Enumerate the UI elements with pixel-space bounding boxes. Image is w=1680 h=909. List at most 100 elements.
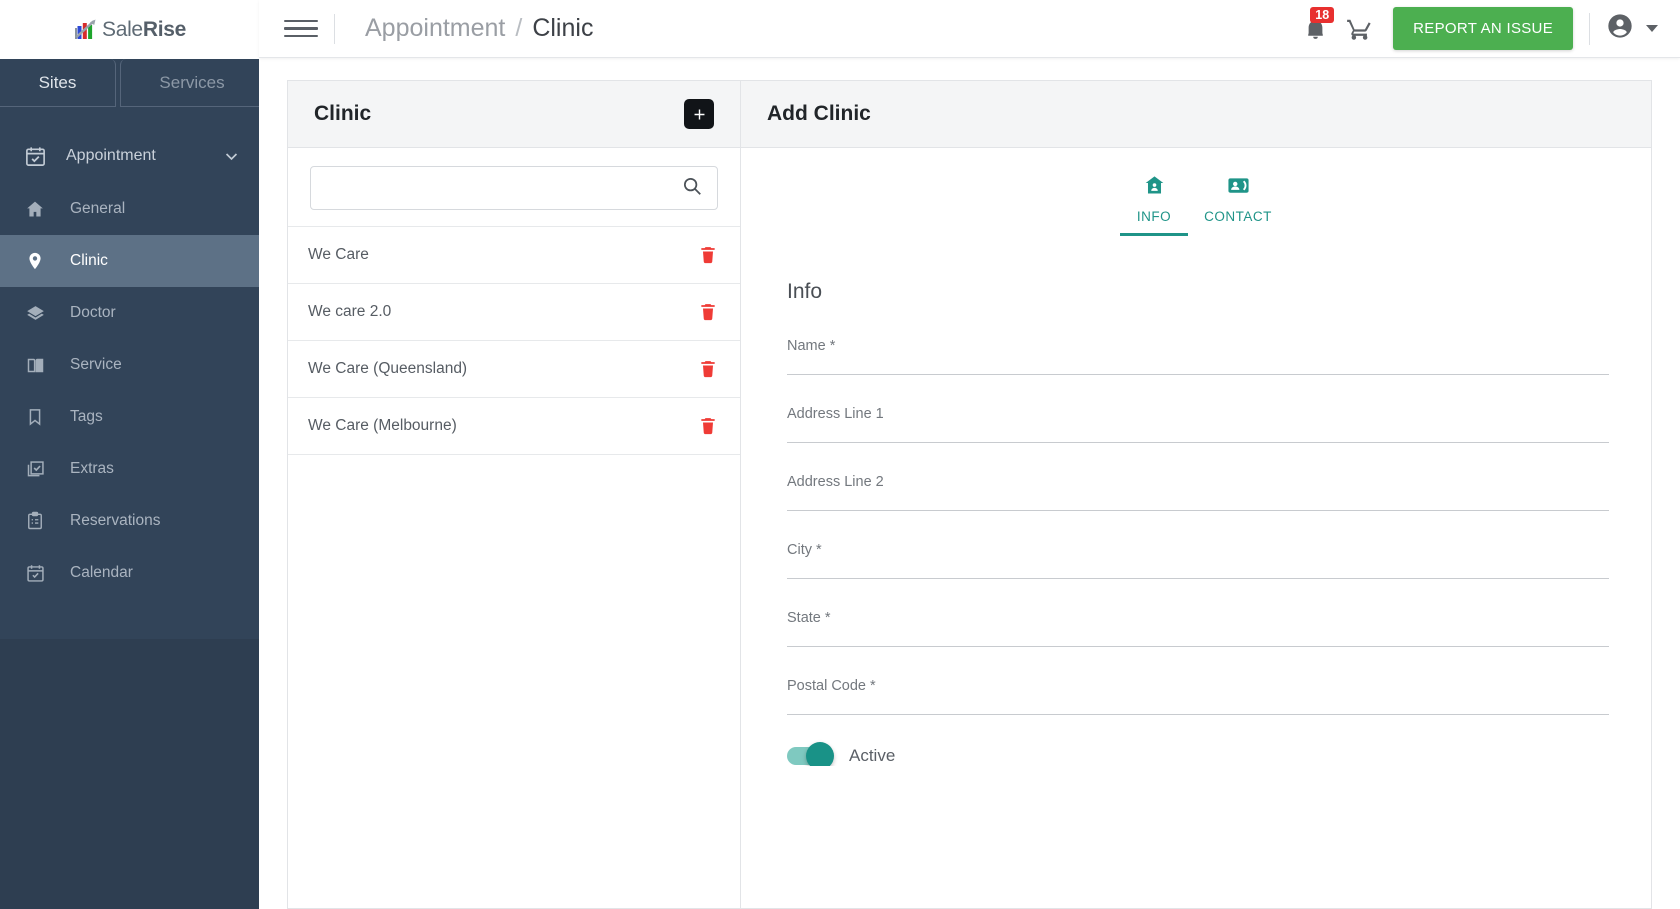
sidebar-item-service[interactable]: Service [0,339,259,391]
sidebar-item-doctor-label: Doctor [70,304,116,321]
sidebar-item-extras[interactable]: Extras [0,443,259,495]
clinic-panel-header: Clinic [288,81,740,148]
sidebar-item-tags[interactable]: Tags [0,391,259,443]
site-tab-sites[interactable]: Sites [0,59,116,107]
contact-card-icon [1227,174,1250,200]
site-tab-services-label: Services [159,72,225,92]
calendar-check-icon [18,145,52,168]
tab-contact-label: CONTACT [1204,209,1272,224]
add-clinic-button[interactable] [684,99,714,129]
active-toggle-row: Active [787,742,1609,766]
sidebar-item-tags-label: Tags [70,408,103,425]
sidebar-item-doctor[interactable]: Doctor [0,287,259,339]
book-open-icon [18,355,52,376]
field-address-line-1[interactable]: Address Line 1 [787,406,1609,443]
form-body: Info Name * Address Line 1 Address Line … [741,236,1651,766]
brand-logo[interactable]: SaleRise [0,0,259,59]
field-city-underline [787,578,1609,579]
tab-info[interactable]: INFO [1112,166,1196,236]
brand-name: SaleRise [101,17,186,41]
sidebar-item-reservations-label: Reservations [70,512,161,529]
account-menu[interactable] [1606,12,1658,45]
active-toggle-label: Active [849,746,896,765]
clinic-list-item[interactable]: We care 2.0 [288,284,740,341]
clinic-item-name: We Care [308,246,369,263]
sidebar-item-general[interactable]: General [0,183,259,235]
clinic-list-item[interactable]: We Care (Queensland) [288,341,740,398]
chevron-down-icon[interactable] [221,148,241,165]
clinic-item-name: We Care (Melbourne) [308,417,457,434]
layers-icon [18,303,52,324]
calendar-icon [18,563,52,584]
sidebar-item-service-label: Service [70,356,122,373]
main-content: Clinic We Care We care 2.0 We Care (Quee… [259,58,1680,909]
chevron-down-icon[interactable] [1646,25,1658,32]
breadcrumb: Appointment / Clinic [365,14,593,43]
field-postal-code-underline [787,714,1609,715]
field-name[interactable]: Name * [787,338,1609,375]
tab-info-label: INFO [1136,209,1172,224]
field-state[interactable]: State * [787,610,1609,647]
clinic-list-item[interactable]: We Care (Melbourne) [288,398,740,455]
trash-icon[interactable] [698,358,718,380]
sidebar-footer-area [0,639,259,909]
header-divider [334,13,335,44]
field-city-label: City * [787,542,822,558]
header-divider-2 [1589,12,1590,45]
field-state-underline [787,646,1609,647]
search-input[interactable] [327,167,681,209]
bookmark-icon [18,407,52,427]
trash-icon[interactable] [698,301,718,323]
clinic-item-name: We care 2.0 [308,303,392,320]
field-postal-code[interactable]: Postal Code * [787,678,1609,715]
field-address-line-1-underline [787,442,1609,443]
location-pin-icon [18,251,52,271]
field-address-line-2-underline [787,510,1609,511]
active-toggle[interactable] [787,742,834,766]
clinic-list-panel: Clinic We Care We care 2.0 We Care (Quee… [287,80,741,909]
clinic-panel-title: Clinic [314,102,372,125]
clinic-search-row [288,148,740,227]
form-section-heading: Info [787,280,823,303]
clinic-list-item[interactable]: We Care [288,227,740,284]
search-icon[interactable] [681,175,703,202]
notifications-button[interactable]: 18 [1293,6,1337,51]
breadcrumb-separator: / [515,14,523,42]
trash-icon[interactable] [698,415,718,437]
sidebar: SaleRise Sites Services Appointment Gene… [0,0,263,909]
tab-contact[interactable]: CONTACT [1196,166,1280,236]
site-tabs: Sites Services [0,59,263,107]
sidebar-item-general-label: General [70,200,126,217]
check-square-icon [18,459,52,480]
field-name-underline [787,374,1609,375]
site-tab-services[interactable]: Services [120,59,263,107]
clinic-search-box[interactable] [310,166,718,210]
sidebar-item-calendar[interactable]: Calendar [0,547,259,599]
report-issue-button[interactable]: REPORT AN ISSUE [1393,7,1573,50]
field-postal-code-label: Postal Code * [787,678,876,694]
form-panel-header: Add Clinic [741,81,1651,148]
home-work-icon [1143,174,1166,200]
hamburger-menu-icon[interactable] [284,16,318,42]
sidebar-section-appointment[interactable]: Appointment [0,129,259,183]
field-city[interactable]: City * [787,542,1609,579]
sidebar-item-calendar-label: Calendar [70,564,133,581]
breadcrumb-current: Clinic [532,14,594,42]
field-name-label: Name * [787,338,836,354]
site-tab-sites-label: Sites [38,72,77,92]
field-address-line-2[interactable]: Address Line 2 [787,474,1609,511]
field-address-line-1-label: Address Line 1 [787,406,884,422]
sidebar-item-reservations[interactable]: Reservations [0,495,259,547]
bar-chart-arrow-logo-icon [73,18,99,42]
form-panel-title: Add Clinic [767,102,871,125]
breadcrumb-parent[interactable]: Appointment [365,14,505,43]
account-circle-icon [1606,12,1634,45]
header-actions: 18 REPORT AN ISSUE [1293,6,1680,51]
sidebar-item-clinic[interactable]: Clinic [0,235,259,287]
field-address-line-2-label: Address Line 2 [787,474,884,490]
sidebar-item-extras-label: Extras [70,460,114,477]
form-tabs: INFO CONTACT [741,148,1651,236]
top-header: Appointment / Clinic 18 REPORT AN ISSUE [259,0,1680,58]
cart-button[interactable] [1337,7,1381,51]
trash-icon[interactable] [698,244,718,266]
